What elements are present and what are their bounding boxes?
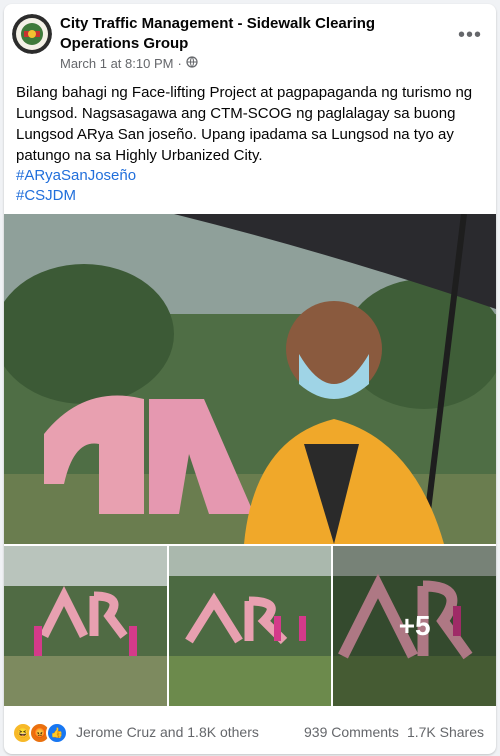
globe-icon (186, 56, 198, 71)
photo-thumbnail[interactable] (168, 546, 332, 706)
post-text: Bilang bahagi ng Face-lifting Project at… (16, 84, 473, 164)
post-header: City Traffic Management - Sidewalk Clear… (4, 4, 496, 74)
reaction-icons[interactable]: 😆 😡 👍 (12, 722, 68, 744)
photo-thumbnail-more[interactable]: +5 (333, 546, 496, 706)
meta-separator: · (177, 56, 182, 71)
photo-thumbnail[interactable] (4, 546, 167, 706)
photo-thumbnails: +5 (4, 546, 496, 706)
comments-count[interactable]: 939 Comments (304, 724, 399, 740)
post-meta: March 1 at 8:10 PM · (60, 56, 198, 71)
engagement-bar: 😆 😡 👍 Jerome Cruz and 1.8K others 939 Co… (4, 716, 496, 754)
reactions-summary[interactable]: Jerome Cruz and 1.8K others (76, 724, 259, 740)
post-card: City Traffic Management - Sidewalk Clear… (4, 4, 496, 754)
like-icon: 👍 (46, 722, 68, 744)
hashtag-list: #ARyaSanJoseño #CSJDM (16, 166, 136, 206)
main-photo[interactable] (4, 213, 496, 545)
group-avatar[interactable] (12, 14, 52, 54)
hashtag-link[interactable]: #ARyaSanJoseño (16, 166, 136, 186)
group-name[interactable]: City Traffic Management - Sidewalk Clear… (60, 14, 440, 54)
shares-count[interactable]: 1.7K Shares (407, 724, 484, 740)
hashtag-link[interactable]: #CSJDM (16, 186, 136, 206)
engagement-counts: 939 Comments 1.7K Shares (304, 724, 484, 740)
more-options-icon[interactable]: ••• (458, 24, 482, 47)
more-photos-count[interactable]: +5 (333, 546, 496, 706)
post-timestamp[interactable]: March 1 at 8:10 PM (60, 56, 173, 71)
